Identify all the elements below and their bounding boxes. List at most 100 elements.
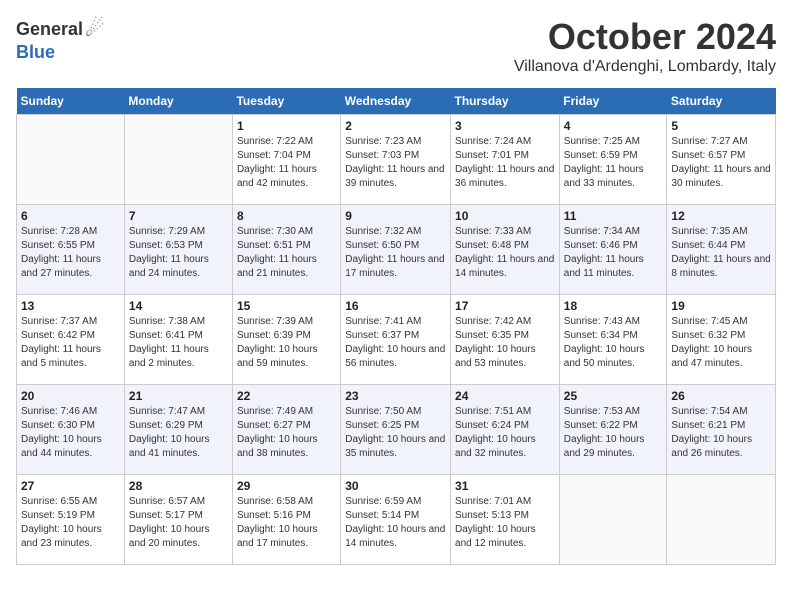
day-info: Sunrise: 7:42 AM Sunset: 6:35 PM Dayligh…: [455, 315, 555, 371]
logo: General ☄ Blue: [16, 16, 105, 63]
day-number: 12: [671, 209, 771, 223]
calendar-cell: 6Sunrise: 7:28 AM Sunset: 6:55 PM Daylig…: [17, 205, 125, 295]
weekday-header-friday: Friday: [559, 88, 667, 115]
calendar-cell: 5Sunrise: 7:27 AM Sunset: 6:57 PM Daylig…: [667, 115, 776, 205]
calendar-cell: 12 Sunrise: 7:35 AM Sunset: 6:44 PM Dayli…: [667, 205, 776, 295]
calendar-cell: 7 Sunrise: 7:29 AM Sunset: 6:53 PM Daylig…: [124, 205, 232, 295]
day-info: Sunrise: 7:43 AM Sunset: 6:34 PM Dayligh…: [564, 315, 663, 371]
day-info: Sunrise: 7:41 AM Sunset: 6:37 PM Dayligh…: [345, 315, 446, 371]
weekday-header-thursday: Thursday: [451, 88, 560, 115]
weekday-header-tuesday: Tuesday: [232, 88, 340, 115]
calendar-cell: 18 Sunrise: 7:43 AM Sunset: 6:34 PM Dayli…: [559, 295, 667, 385]
day-number: 19: [671, 299, 771, 313]
day-number: 16: [345, 299, 446, 313]
day-number: 7: [129, 209, 228, 223]
calendar-cell: 27 Sunrise: 6:55 AM Sunset: 5:19 PM Dayli…: [17, 475, 125, 565]
calendar-cell: 13 Sunrise: 7:37 AM Sunset: 6:42 PM Dayli…: [17, 295, 125, 385]
calendar-week-row: 27 Sunrise: 6:55 AM Sunset: 5:19 PM Dayli…: [17, 475, 776, 565]
day-number: 10: [455, 209, 555, 223]
logo-general-text: General: [16, 19, 83, 40]
day-number: 25: [564, 389, 663, 403]
calendar-cell: 3 Sunrise: 7:24 AM Sunset: 7:01 PM Daylig…: [451, 115, 560, 205]
day-info: Sunrise: 6:58 AM Sunset: 5:16 PM Dayligh…: [237, 495, 336, 551]
day-info: Sunrise: 7:53 AM Sunset: 6:22 PM Dayligh…: [564, 405, 663, 461]
weekday-header-sunday: Sunday: [17, 88, 125, 115]
calendar-table: SundayMondayTuesdayWednesdayThursdayFrid…: [16, 88, 776, 565]
day-info: Sunrise: 7:22 AM Sunset: 7:04 PM Dayligh…: [237, 135, 336, 191]
calendar-cell: 25 Sunrise: 7:53 AM Sunset: 6:22 PM Dayli…: [559, 385, 667, 475]
day-info: Sunrise: 7:47 AM Sunset: 6:29 PM Dayligh…: [129, 405, 228, 461]
day-info: Sunrise: 7:38 AM Sunset: 6:41 PM Dayligh…: [129, 315, 228, 371]
calendar-cell: 26 Sunrise: 7:54 AM Sunset: 6:21 PM Dayli…: [667, 385, 776, 475]
day-info: Sunrise: 7:30 AM Sunset: 6:51 PM Dayligh…: [237, 225, 336, 281]
day-number: 4: [564, 119, 663, 133]
day-number: 17: [455, 299, 555, 313]
day-info: Sunrise: 7:32 AM Sunset: 6:50 PM Dayligh…: [345, 225, 446, 281]
day-info: Sunrise: 7:24 AM Sunset: 7:01 PM Dayligh…: [455, 135, 555, 191]
calendar-cell: [124, 115, 232, 205]
day-number: 28: [129, 479, 228, 493]
day-info: Sunrise: 7:45 AM Sunset: 6:32 PM Dayligh…: [671, 315, 771, 371]
calendar-cell: 8 Sunrise: 7:30 AM Sunset: 6:51 PM Daylig…: [232, 205, 340, 295]
day-info: Sunrise: 7:54 AM Sunset: 6:21 PM Dayligh…: [671, 405, 771, 461]
day-number: 14: [129, 299, 228, 313]
day-info: Sunrise: 7:23 AM Sunset: 7:03 PM Dayligh…: [345, 135, 446, 191]
day-number: 27: [21, 479, 120, 493]
day-number: 29: [237, 479, 336, 493]
logo-blue-text: Blue: [16, 42, 55, 63]
day-info: Sunrise: 7:01 AM Sunset: 5:13 PM Dayligh…: [455, 495, 555, 551]
calendar-cell: 15 Sunrise: 7:39 AM Sunset: 6:39 PM Dayli…: [232, 295, 340, 385]
calendar-week-row: 20 Sunrise: 7:46 AM Sunset: 6:30 PM Dayli…: [17, 385, 776, 475]
calendar-cell: 30Sunrise: 6:59 AM Sunset: 5:14 PM Dayli…: [341, 475, 451, 565]
day-info: Sunrise: 7:29 AM Sunset: 6:53 PM Dayligh…: [129, 225, 228, 281]
day-info: Sunrise: 7:35 AM Sunset: 6:44 PM Dayligh…: [671, 225, 771, 281]
calendar-cell: 14 Sunrise: 7:38 AM Sunset: 6:41 PM Dayli…: [124, 295, 232, 385]
calendar-cell: 29 Sunrise: 6:58 AM Sunset: 5:16 PM Dayli…: [232, 475, 340, 565]
day-number: 13: [21, 299, 120, 313]
logo-bird-icon: ☄: [85, 16, 105, 42]
weekday-header-saturday: Saturday: [667, 88, 776, 115]
day-number: 26: [671, 389, 771, 403]
calendar-cell: 28Sunrise: 6:57 AM Sunset: 5:17 PM Dayli…: [124, 475, 232, 565]
day-number: 1: [237, 119, 336, 133]
day-info: Sunrise: 7:37 AM Sunset: 6:42 PM Dayligh…: [21, 315, 120, 371]
calendar-cell: 24 Sunrise: 7:51 AM Sunset: 6:24 PM Dayli…: [451, 385, 560, 475]
calendar-cell: 22 Sunrise: 7:49 AM Sunset: 6:27 PM Dayli…: [232, 385, 340, 475]
calendar-cell: 1 Sunrise: 7:22 AM Sunset: 7:04 PM Daylig…: [232, 115, 340, 205]
day-number: 23: [345, 389, 446, 403]
day-number: 24: [455, 389, 555, 403]
day-info: Sunrise: 7:50 AM Sunset: 6:25 PM Dayligh…: [345, 405, 446, 461]
day-info: Sunrise: 7:51 AM Sunset: 6:24 PM Dayligh…: [455, 405, 555, 461]
calendar-week-row: 1 Sunrise: 7:22 AM Sunset: 7:04 PM Daylig…: [17, 115, 776, 205]
calendar-cell: 19 Sunrise: 7:45 AM Sunset: 6:32 PM Dayli…: [667, 295, 776, 385]
calendar-week-row: 6Sunrise: 7:28 AM Sunset: 6:55 PM Daylig…: [17, 205, 776, 295]
day-info: Sunrise: 6:59 AM Sunset: 5:14 PM Dayligh…: [345, 495, 446, 551]
day-info: Sunrise: 7:46 AM Sunset: 6:30 PM Dayligh…: [21, 405, 120, 461]
day-number: 18: [564, 299, 663, 313]
day-info: Sunrise: 7:39 AM Sunset: 6:39 PM Dayligh…: [237, 315, 336, 371]
calendar-cell: 4Sunrise: 7:25 AM Sunset: 6:59 PM Daylig…: [559, 115, 667, 205]
day-number: 8: [237, 209, 336, 223]
day-info: Sunrise: 7:34 AM Sunset: 6:46 PM Dayligh…: [564, 225, 663, 281]
day-info: Sunrise: 6:55 AM Sunset: 5:19 PM Dayligh…: [21, 495, 120, 551]
day-info: Sunrise: 7:33 AM Sunset: 6:48 PM Dayligh…: [455, 225, 555, 281]
day-info: Sunrise: 7:28 AM Sunset: 6:55 PM Dayligh…: [21, 225, 120, 281]
calendar-cell: 2 Sunrise: 7:23 AM Sunset: 7:03 PM Daylig…: [341, 115, 451, 205]
day-number: 22: [237, 389, 336, 403]
calendar-cell: [667, 475, 776, 565]
calendar-cell: [17, 115, 125, 205]
day-number: 3: [455, 119, 555, 133]
calendar-cell: 20 Sunrise: 7:46 AM Sunset: 6:30 PM Dayli…: [17, 385, 125, 475]
day-number: 5: [671, 119, 771, 133]
day-number: 11: [564, 209, 663, 223]
day-info: Sunrise: 7:49 AM Sunset: 6:27 PM Dayligh…: [237, 405, 336, 461]
day-number: 15: [237, 299, 336, 313]
day-number: 20: [21, 389, 120, 403]
month-title: October 2024: [514, 16, 776, 58]
calendar-cell: 21Sunrise: 7:47 AM Sunset: 6:29 PM Dayli…: [124, 385, 232, 475]
day-number: 2: [345, 119, 446, 133]
title-area: October 2024 Villanova d'Ardenghi, Lomba…: [514, 16, 776, 76]
weekday-header-monday: Monday: [124, 88, 232, 115]
calendar-week-row: 13 Sunrise: 7:37 AM Sunset: 6:42 PM Dayli…: [17, 295, 776, 385]
day-number: 31: [455, 479, 555, 493]
